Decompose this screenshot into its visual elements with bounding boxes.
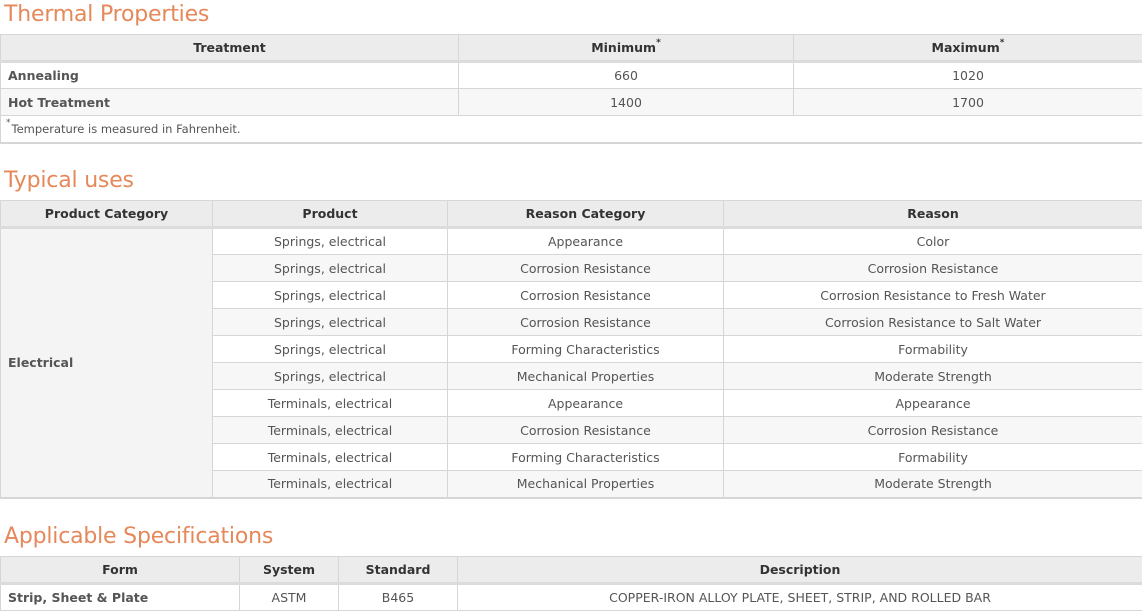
maximum-cell: 1020 xyxy=(793,61,1142,89)
treatment-cell: Hot Treatment xyxy=(0,88,459,116)
product-header[interactable]: Product xyxy=(212,200,448,229)
reason-category-cell: Corrosion Resistance xyxy=(447,416,724,444)
product-cell: Springs, electrical xyxy=(212,281,448,309)
table-row: Annealing 660 1020 xyxy=(0,61,1142,89)
reason-category-cell: Corrosion Resistance xyxy=(447,281,724,309)
typical-uses-heading: Typical uses xyxy=(4,168,134,193)
applicable-specifications-heading: Applicable Specifications xyxy=(4,524,274,549)
standard-cell: B465 xyxy=(338,583,458,611)
product-cell: Terminals, electrical xyxy=(212,389,448,417)
footnote-text: Temperature is measured in Fahrenheit. xyxy=(11,122,241,137)
product-cell: Terminals, electrical xyxy=(212,443,448,471)
product-category-header[interactable]: Product Category xyxy=(0,200,213,229)
footnote-mark: * xyxy=(6,118,11,129)
reason-category-cell: Appearance xyxy=(447,389,724,417)
thermal-properties-table: Treatment Minimum* Maximum* Annealing 66… xyxy=(0,34,1142,144)
form-cell: Strip, Sheet & Plate xyxy=(0,583,240,611)
maximum-cell: 1700 xyxy=(793,88,1142,116)
reason-category-cell: Mechanical Properties xyxy=(447,470,724,498)
reason-category-cell: Corrosion Resistance xyxy=(447,308,724,336)
maximum-header[interactable]: Maximum* xyxy=(793,34,1142,63)
reason-cell: Color xyxy=(723,227,1142,255)
system-header[interactable]: System xyxy=(239,556,339,585)
product-category-cell: Electrical xyxy=(0,227,213,498)
product-cell: Springs, electrical xyxy=(212,335,448,363)
product-cell: Springs, electrical xyxy=(212,362,448,390)
footnote-mark: * xyxy=(999,37,1005,48)
minimum-cell: 1400 xyxy=(458,88,794,116)
reason-cell: Moderate Strength xyxy=(723,362,1142,390)
reason-cell: Appearance xyxy=(723,389,1142,417)
reason-header[interactable]: Reason xyxy=(723,200,1142,229)
table-row: Electrical Springs, electrical Appearanc… xyxy=(0,227,1142,498)
footnote: *Temperature is measured in Fahrenheit. xyxy=(0,115,1142,143)
product-cell: Springs, electrical xyxy=(212,254,448,282)
reason-cell: Corrosion Resistance to Fresh Water xyxy=(723,281,1142,309)
reason-category-cell: Forming Characteristics xyxy=(447,335,724,363)
thermal-properties-heading: Thermal Properties xyxy=(4,2,210,27)
product-cell: Springs, electrical xyxy=(212,308,448,336)
description-header[interactable]: Description xyxy=(457,556,1142,585)
reason-category-header[interactable]: Reason Category xyxy=(447,200,724,229)
typical-uses-table: Product Category Product Reason Category… xyxy=(0,200,1142,499)
standard-header[interactable]: Standard xyxy=(338,556,458,585)
table-row: Strip, Sheet & Plate ASTM B465 COPPER-IR… xyxy=(0,583,1142,611)
reason-cell: Formability xyxy=(723,335,1142,363)
reason-cell: Corrosion Resistance xyxy=(723,416,1142,444)
form-header[interactable]: Form xyxy=(0,556,240,585)
reason-category-cell: Appearance xyxy=(447,227,724,255)
reason-cell: Corrosion Resistance to Salt Water xyxy=(723,308,1142,336)
product-cell: Springs, electrical xyxy=(212,227,448,255)
footnote-mark: * xyxy=(656,37,661,48)
footnote-row: *Temperature is measured in Fahrenheit. xyxy=(0,115,1142,143)
reason-cell: Formability xyxy=(723,443,1142,471)
reason-category-cell: Corrosion Resistance xyxy=(447,254,724,282)
minimum-header[interactable]: Minimum* xyxy=(458,34,794,63)
product-cell: Terminals, electrical xyxy=(212,416,448,444)
description-cell: COPPER-IRON ALLOY PLATE, SHEET, STRIP, A… xyxy=(457,583,1142,611)
applicable-specifications-table: Form System Standard Description Strip, … xyxy=(0,556,1142,611)
reason-cell: Moderate Strength xyxy=(723,470,1142,498)
table-row: Hot Treatment 1400 1700 xyxy=(0,88,1142,116)
treatment-cell: Annealing xyxy=(0,61,459,89)
reason-category-cell: Mechanical Properties xyxy=(447,362,724,390)
reason-cell: Corrosion Resistance xyxy=(723,254,1142,282)
product-cell: Terminals, electrical xyxy=(212,470,448,498)
treatment-header[interactable]: Treatment xyxy=(0,34,459,63)
system-cell: ASTM xyxy=(239,583,339,611)
reason-category-cell: Forming Characteristics xyxy=(447,443,724,471)
minimum-cell: 660 xyxy=(458,61,794,89)
